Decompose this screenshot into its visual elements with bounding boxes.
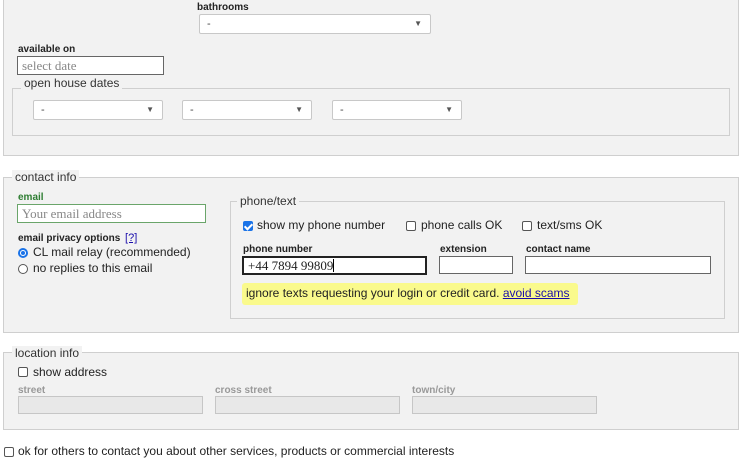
email-placeholder: Your email address	[22, 206, 122, 221]
contact-name-input[interactable]	[525, 256, 711, 274]
radio-cl-relay[interactable]	[18, 248, 28, 258]
phone-text-legend: phone/text	[237, 194, 300, 208]
privacy-options-label: email privacy options [?]	[18, 232, 137, 244]
cross-street-label: cross street	[215, 385, 272, 396]
email-label: email	[18, 192, 44, 203]
show-phone-label: show my phone number	[257, 218, 386, 232]
phone-number-value: +44 7894 99809	[248, 258, 334, 273]
phone-calls-label: phone calls OK	[421, 218, 503, 232]
chevron-down-icon: ▼	[414, 19, 422, 28]
street-input[interactable]	[18, 396, 203, 414]
text-cursor	[333, 259, 335, 272]
cross-street-input[interactable]	[215, 396, 400, 414]
show-address-label: show address	[33, 365, 108, 379]
radio-cl-relay-label: CL mail relay (recommended)	[33, 245, 191, 259]
show-address-checkbox[interactable]	[18, 367, 28, 377]
scam-warning: ignore texts requesting your login or cr…	[242, 283, 578, 305]
scam-warning-text: ignore texts requesting your login or cr…	[246, 286, 500, 300]
commercial-contact-label: ok for others to contact you about other…	[18, 444, 455, 458]
location-info-legend: location info	[12, 346, 83, 360]
open-house-legend: open house dates	[21, 76, 123, 90]
open-house-value-3: -	[340, 104, 344, 116]
available-on-placeholder: select date	[22, 58, 77, 73]
extension-label: extension	[440, 244, 487, 255]
chevron-down-icon: ▼	[295, 105, 303, 114]
phone-calls-checkbox[interactable]	[406, 221, 416, 231]
open-house-value-2: -	[190, 104, 194, 116]
available-on-input[interactable]: select date	[17, 56, 164, 75]
phone-number-input[interactable]: +44 7894 99809	[242, 256, 427, 275]
city-label: town/city	[412, 385, 456, 396]
phone-number-label: phone number	[243, 244, 313, 255]
bathrooms-value: -	[207, 18, 211, 30]
contact-name-label: contact name	[526, 244, 591, 255]
radio-no-replies-label: no replies to this email	[33, 261, 153, 275]
text-sms-label: text/sms OK	[537, 218, 603, 232]
text-sms-checkbox[interactable]	[522, 221, 532, 231]
city-input[interactable]	[412, 396, 597, 414]
available-on-label: available on	[18, 44, 76, 55]
contact-info-legend: contact info	[12, 170, 80, 184]
bathrooms-label: bathrooms	[197, 2, 249, 13]
open-house-value-1: -	[41, 104, 45, 116]
chevron-down-icon: ▼	[146, 105, 154, 114]
open-house-select-3[interactable]: - ▼	[332, 100, 462, 120]
email-input[interactable]: Your email address	[17, 204, 206, 223]
bathrooms-select[interactable]: - ▼	[199, 14, 431, 34]
commercial-contact-checkbox[interactable]	[4, 447, 14, 457]
location-info-panel	[3, 352, 739, 430]
chevron-down-icon: ▼	[445, 105, 453, 114]
avoid-scams-link[interactable]: avoid scams	[503, 286, 570, 300]
privacy-options-text: email privacy options	[18, 233, 121, 244]
privacy-help-link[interactable]: [?]	[125, 232, 137, 244]
show-phone-checkbox[interactable]	[243, 221, 253, 231]
open-house-select-2[interactable]: - ▼	[182, 100, 312, 120]
street-label: street	[18, 385, 46, 396]
radio-no-replies[interactable]	[18, 264, 28, 274]
extension-input[interactable]	[439, 256, 513, 274]
open-house-select-1[interactable]: - ▼	[33, 100, 163, 120]
